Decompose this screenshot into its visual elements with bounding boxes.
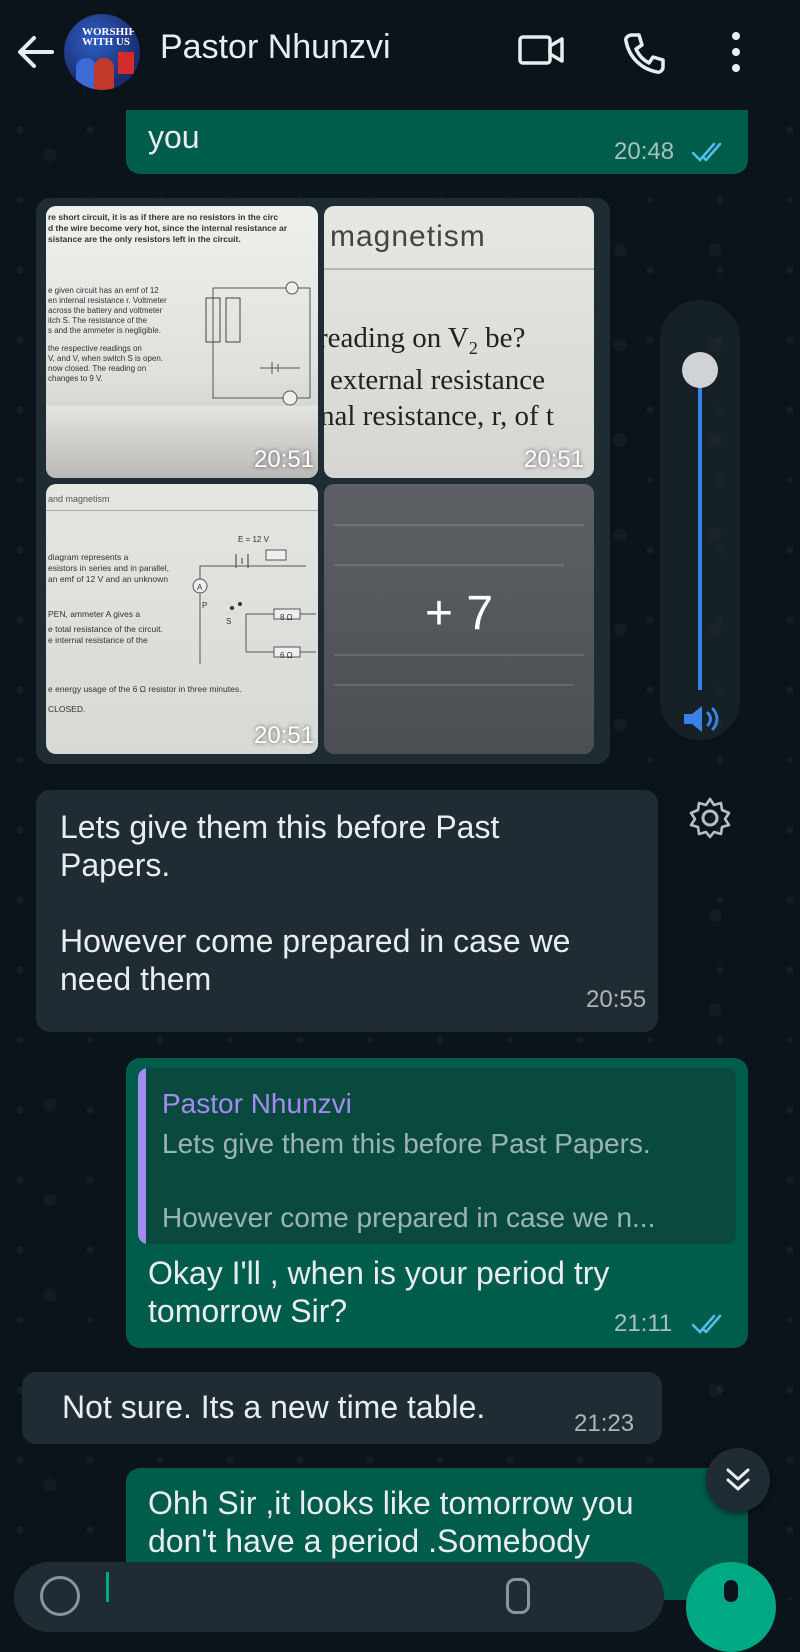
message-time: 21:23	[574, 1410, 635, 1437]
message-text: Ohh Sir ,it looks like tomorrow you don'…	[148, 1485, 634, 1559]
message-text: Lets give them this before Past Papers. …	[60, 809, 571, 997]
text-cursor	[106, 1572, 109, 1602]
incoming-message[interactable]: Lets give them this before Past Papers. …	[36, 790, 658, 1032]
photo-label: P	[202, 601, 208, 610]
attach-icon[interactable]	[506, 1578, 530, 1614]
read-ticks-icon	[691, 142, 722, 162]
reply-author: Pastor Nhunzvi	[162, 1088, 352, 1119]
more-options-icon[interactable]	[724, 28, 748, 76]
avatar-figure	[94, 58, 114, 90]
photo-thumbnail[interactable]: and magnetism diagram represents a esist…	[46, 484, 318, 754]
emoji-icon[interactable]	[40, 1576, 80, 1616]
contact-avatar[interactable]: WORSHIP WITH US	[64, 14, 140, 90]
photo-text: reading on V2 be?	[324, 322, 526, 358]
mic-icon	[724, 1580, 738, 1602]
photo-text: and magnetism	[48, 494, 110, 504]
photo-text: e given circuit has an emf of 12 en inte…	[48, 286, 167, 383]
volume-slider-handle[interactable]	[682, 352, 718, 388]
photo-texture	[334, 524, 584, 526]
photo-label: A	[197, 583, 203, 592]
photo-label: E = 12 V	[238, 535, 269, 544]
scroll-down-icon	[726, 1468, 750, 1491]
message-time: 20:55	[586, 986, 647, 1013]
photo-divider	[46, 510, 318, 511]
message-time: 20:48	[614, 138, 675, 165]
voice-call-icon[interactable]	[620, 30, 668, 78]
outgoing-message[interactable]: Pastor Nhunzvi Lets give them this befor…	[126, 1058, 748, 1348]
incoming-message[interactable]: Not sure. Its a new time table. 21:23	[22, 1372, 662, 1444]
message-time: 21:11	[614, 1310, 673, 1337]
mic-button[interactable]	[686, 1562, 776, 1652]
reply-text: Lets give them this before Past Papers.	[162, 1128, 651, 1159]
photo-text: e energy usage of the 6 Ω resistor in th…	[48, 684, 242, 694]
photo-thumbnail[interactable]: re short circuit, it is as if there are …	[46, 206, 318, 478]
volume-panel	[660, 300, 740, 740]
photo-text: magnetism	[330, 220, 486, 253]
photo-texture	[334, 564, 564, 566]
avatar-text: WORSHIP WITH US	[82, 26, 135, 48]
reply-text: However come prepared in case we n...	[162, 1202, 656, 1233]
photo-thumbnail[interactable]: magnetism reading on V2 be? external res…	[324, 206, 594, 478]
photo-texture	[334, 684, 574, 686]
photo-label: S	[226, 617, 232, 626]
more-photos-count: + 7	[424, 587, 494, 640]
photo-time: 20:51	[254, 722, 315, 749]
circuit-diagram	[192, 549, 316, 664]
message-input-bar[interactable]	[14, 1562, 664, 1632]
circuit-diagram	[205, 281, 311, 406]
photo-label: 6 Ω	[280, 651, 293, 660]
photo-time: 20:51	[254, 446, 315, 473]
message-text: you	[148, 119, 200, 155]
photo-text: external resistance	[330, 364, 545, 396]
avatar-badge	[118, 52, 134, 74]
photo-time: 20:51	[524, 446, 585, 473]
volume-fill	[698, 380, 702, 690]
avatar-figure	[76, 58, 96, 90]
quote-bar	[138, 1068, 146, 1244]
contact-name[interactable]: Pastor Nhunzvi	[160, 28, 391, 67]
video-call-icon[interactable]	[516, 30, 566, 70]
quoted-reply[interactable]: Pastor Nhunzvi Lets give them this befor…	[138, 1068, 736, 1244]
photo-text: CLOSED.	[48, 704, 86, 714]
photo-texture	[334, 654, 584, 656]
settings-gear-icon[interactable]	[688, 796, 732, 840]
photo-text: nal resistance, r, of t	[324, 400, 554, 432]
photo-thumbnail-more[interactable]: + 7	[324, 484, 594, 754]
chat-header: WORSHIP WITH US Pastor Nhunzvi	[0, 0, 800, 110]
message-text: Okay I'll , when is your period try tomo…	[148, 1255, 610, 1329]
photo-text: diagram represents a esistors in series …	[48, 552, 169, 645]
back-arrow-icon[interactable]	[14, 30, 58, 74]
volume-icon[interactable]	[680, 702, 724, 736]
photo-label: 8 Ω	[280, 613, 293, 622]
read-ticks-icon	[691, 1314, 722, 1334]
photo-album-message[interactable]: re short circuit, it is as if there are …	[36, 198, 610, 764]
message-text: Not sure. Its a new time table.	[62, 1389, 486, 1425]
photo-divider	[324, 268, 594, 270]
scroll-to-bottom-button[interactable]	[706, 1448, 770, 1512]
photo-text: re short circuit, it is as if there are …	[48, 212, 288, 244]
